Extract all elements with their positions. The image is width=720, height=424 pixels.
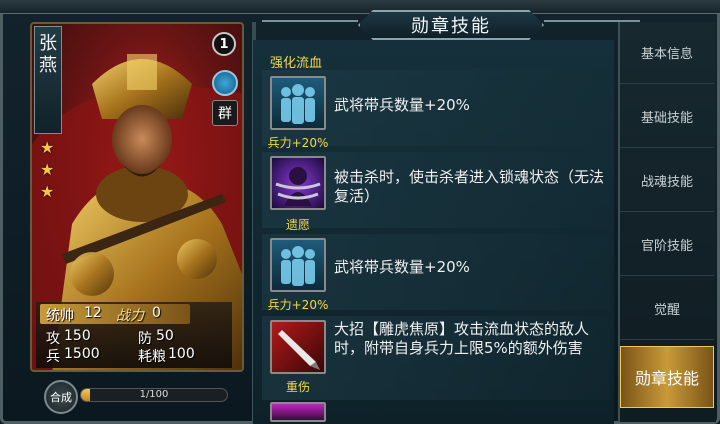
- tab-medal-skills[interactable]: 勋章技能: [620, 346, 714, 408]
- command-label: 统帅: [46, 308, 74, 324]
- defense-value: 50: [156, 328, 174, 344]
- command-value: 12: [84, 305, 102, 321]
- troop-class-icon: [212, 70, 238, 96]
- star-icon: ★: [40, 138, 55, 157]
- skill-caption: 兵力+20%: [267, 136, 329, 150]
- title-ornament-left: [262, 20, 358, 22]
- top-border: [0, 0, 720, 14]
- faction-badge: 群: [212, 100, 238, 126]
- title-banner: 勋章技能: [358, 10, 544, 40]
- page-title: 勋章技能: [411, 16, 491, 37]
- power-value: 0: [152, 305, 161, 321]
- skill-description: 武将带兵数量+20%: [334, 96, 470, 114]
- troops-value: 1500: [64, 346, 100, 362]
- power-label: 战力: [116, 308, 144, 324]
- attack-label: 攻: [46, 331, 60, 347]
- hero-name-banner: 张 燕: [34, 26, 62, 134]
- soldiers-icon[interactable]: [270, 76, 326, 130]
- star-icon: ★: [40, 182, 55, 201]
- skill-description: 被击杀时，使击杀者进入锁魂状态（无法复活）: [334, 168, 605, 205]
- skill-icon-partial[interactable]: [270, 402, 326, 422]
- tab-basic-skills[interactable]: 基础技能: [620, 86, 714, 148]
- food-label: 耗粮: [138, 349, 166, 365]
- skill-caption: 兵力+20%: [267, 298, 329, 312]
- star-icon: ★: [40, 160, 55, 179]
- blade-icon[interactable]: [270, 320, 326, 374]
- tab-awaken[interactable]: 觉醒: [620, 278, 714, 340]
- chained-soul-icon[interactable]: [270, 156, 326, 210]
- tab-rank-skills[interactable]: 官阶技能: [620, 214, 714, 276]
- soldiers-icon[interactable]: [270, 238, 326, 292]
- progress-text: 1/100: [139, 389, 169, 400]
- skill-description: 大招【雕虎焦原】攻击流血状态的敌人时，附带自身兵力上限5%的额外伤害: [334, 320, 590, 357]
- skill-caption: 遗愿: [285, 218, 310, 232]
- skill-description: 武将带兵数量+20%: [334, 258, 470, 276]
- skill-caption: 重伤: [285, 380, 310, 394]
- tab-basic-info[interactable]: 基本信息: [620, 22, 714, 84]
- defense-label: 防: [138, 331, 152, 347]
- hero-name-char-1: 张: [39, 33, 57, 54]
- skill-section-label: 强化流血: [270, 56, 323, 71]
- tab-soul-skills[interactable]: 战魂技能: [620, 150, 714, 212]
- attack-value: 150: [64, 328, 91, 344]
- food-value: 100: [168, 346, 195, 362]
- hero-name-char-2: 燕: [39, 55, 57, 76]
- craft-button[interactable]: 合成: [44, 380, 78, 414]
- command-power-row: 统帅 12 战力 0: [40, 304, 190, 324]
- troops-label: 兵: [46, 349, 60, 365]
- level-badge: 1: [212, 32, 236, 56]
